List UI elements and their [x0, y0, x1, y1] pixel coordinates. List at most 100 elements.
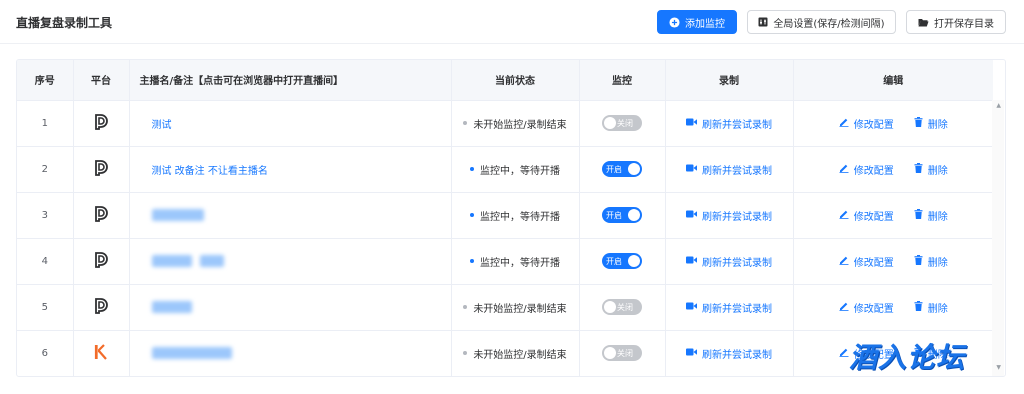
header-name: 主播名/备注【点击可在浏览器中打开直播间】 — [129, 60, 452, 101]
delete-button[interactable]: 删除 — [914, 254, 948, 269]
row-index: 1 — [17, 100, 74, 147]
add-monitor-button[interactable]: 添加监控 — [657, 10, 737, 34]
douyin-icon — [94, 251, 108, 271]
status-dot-icon — [470, 167, 474, 171]
global-settings-label: 全局设置(保存/检测间隔) — [773, 18, 885, 30]
pencil-icon — [839, 209, 849, 222]
global-settings-button[interactable]: 全局设置(保存/检测间隔) — [747, 10, 896, 34]
table-scrollbar[interactable] — [992, 100, 1004, 376]
kuaishou-icon — [94, 343, 108, 363]
open-folder-button[interactable]: 打开保存目录 — [906, 10, 1006, 34]
refresh-record-button[interactable]: 刷新并尝试录制 — [686, 116, 772, 131]
monitor-toggle[interactable]: 关闭 — [602, 115, 642, 131]
status-dot-icon — [463, 121, 468, 125]
blurred-name — [199, 255, 224, 267]
toggle-knob — [628, 163, 640, 175]
streamer-name-link[interactable] — [129, 192, 452, 239]
streamer-name-link[interactable]: 测试 — [129, 100, 452, 147]
trash-icon — [914, 208, 923, 222]
settings-panel-icon — [758, 17, 768, 27]
status-badge: 监控中，等待开播 — [470, 162, 560, 177]
edit-config-button[interactable]: 修改配置 — [839, 162, 894, 177]
monitor-toggle[interactable]: 开启 — [602, 253, 642, 269]
edit-config-button[interactable]: 修改配置 — [839, 208, 894, 223]
row-index: 2 — [17, 146, 74, 193]
delete-button[interactable]: 删除 — [914, 116, 948, 131]
streamer-name-link[interactable] — [129, 284, 452, 331]
video-camera-icon — [686, 164, 697, 175]
refresh-record-button[interactable]: 刷新并尝试录制 — [686, 162, 772, 177]
refresh-record-button[interactable]: 刷新并尝试录制 — [686, 346, 772, 361]
monitor-toggle[interactable]: 开启 — [602, 207, 642, 223]
pencil-icon — [839, 301, 849, 314]
video-camera-icon — [686, 210, 697, 221]
pencil-icon — [839, 163, 849, 176]
status-dot-icon — [463, 351, 468, 355]
plus-circle-icon — [669, 16, 680, 28]
trash-icon — [914, 162, 923, 176]
douyin-icon — [94, 205, 108, 225]
streamer-name-link[interactable]: 测试 改备注 不让看主播名 — [129, 146, 452, 193]
top-bar: 直播复盘录制工具 添加监控 全局设置(保存/检测间隔) 打开保存目录 — [0, 0, 1024, 44]
table-row: 4 监控中，等待开播 开启 刷新并尝试录制 修改配置 删除 — [17, 238, 993, 285]
table-header-row: 序号 平台 主播名/备注【点击可在浏览器中打开直播间】 当前状态 监控 录制 编… — [17, 60, 993, 101]
streamer-name-text: 测试 改备注 不让看主播名 — [151, 165, 268, 177]
table-row: 5 未开始监控/录制结束 关闭 刷新并尝试录制 修改配置 删除 — [17, 284, 993, 331]
streamer-name-link[interactable] — [129, 330, 452, 376]
status-badge: 未开始监控/录制结束 — [463, 300, 567, 315]
trash-icon — [914, 300, 923, 314]
row-index: 5 — [17, 284, 74, 331]
monitor-toggle[interactable]: 开启 — [602, 161, 642, 177]
header-edit: 编辑 — [793, 60, 993, 101]
toggle-knob — [604, 117, 616, 129]
streamer-name-text: 测试 — [151, 119, 172, 131]
douyin-icon — [94, 159, 108, 179]
delete-button[interactable]: 删除 — [914, 300, 948, 315]
header-record: 录制 — [665, 60, 794, 101]
table-row: 6 未开始监控/录制结束 关闭 刷新并尝试录制 修改配置 删除 — [17, 330, 993, 376]
table-row: 3 监控中，等待开播 开启 刷新并尝试录制 修改配置 删除 — [17, 192, 993, 239]
status-badge: 未开始监控/录制结束 — [463, 116, 567, 131]
toggle-knob — [628, 255, 640, 267]
blurred-name — [151, 255, 192, 267]
table-row: 2 测试 改备注 不让看主播名 监控中，等待开播 开启 刷新并尝试录制 修改配置… — [17, 146, 993, 193]
douyin-icon — [94, 297, 108, 317]
delete-button[interactable]: 删除 — [914, 162, 948, 177]
pencil-icon — [839, 117, 849, 130]
monitor-toggle[interactable]: 关闭 — [602, 345, 642, 361]
refresh-record-button[interactable]: 刷新并尝试录制 — [686, 300, 772, 315]
table-row: 1 测试 未开始监控/录制结束 关闭 刷新并尝试录制 修改配置 删除 — [17, 100, 993, 147]
blurred-name — [151, 209, 204, 221]
refresh-record-button[interactable]: 刷新并尝试录制 — [686, 254, 772, 269]
status-dot-icon — [463, 305, 468, 309]
toggle-knob — [604, 301, 616, 313]
monitor-table: 序号 平台 主播名/备注【点击可在浏览器中打开直播间】 当前状态 监控 录制 编… — [16, 59, 1006, 377]
refresh-record-button[interactable]: 刷新并尝试录制 — [686, 208, 772, 223]
status-dot-icon — [470, 213, 474, 217]
scroll-down-icon[interactable]: ▼ — [996, 364, 1001, 371]
open-folder-label: 打开保存目录 — [934, 18, 994, 30]
scroll-up-icon[interactable]: ▲ — [996, 102, 1001, 109]
streamer-name-link[interactable] — [129, 238, 452, 285]
header-platform: 平台 — [73, 60, 130, 101]
video-camera-icon — [686, 256, 697, 267]
blurred-name — [151, 301, 192, 313]
edit-config-button[interactable]: 修改配置 — [839, 116, 894, 131]
row-index: 3 — [17, 192, 74, 239]
folder-open-icon — [918, 18, 929, 27]
status-dot-icon — [470, 259, 474, 263]
blurred-name — [151, 347, 232, 359]
watermark-logo: 酒入论坛 — [849, 341, 966, 374]
edit-config-button[interactable]: 修改配置 — [839, 254, 894, 269]
video-camera-icon — [686, 302, 697, 313]
video-camera-icon — [686, 348, 697, 359]
header-index: 序号 — [17, 60, 74, 101]
delete-button[interactable]: 删除 — [914, 208, 948, 223]
trash-icon — [914, 116, 923, 130]
toggle-knob — [628, 209, 640, 221]
edit-config-button[interactable]: 修改配置 — [839, 300, 894, 315]
monitor-toggle[interactable]: 关闭 — [602, 299, 642, 315]
douyin-icon — [94, 113, 108, 133]
pencil-icon — [839, 347, 849, 360]
row-index: 4 — [17, 238, 74, 285]
